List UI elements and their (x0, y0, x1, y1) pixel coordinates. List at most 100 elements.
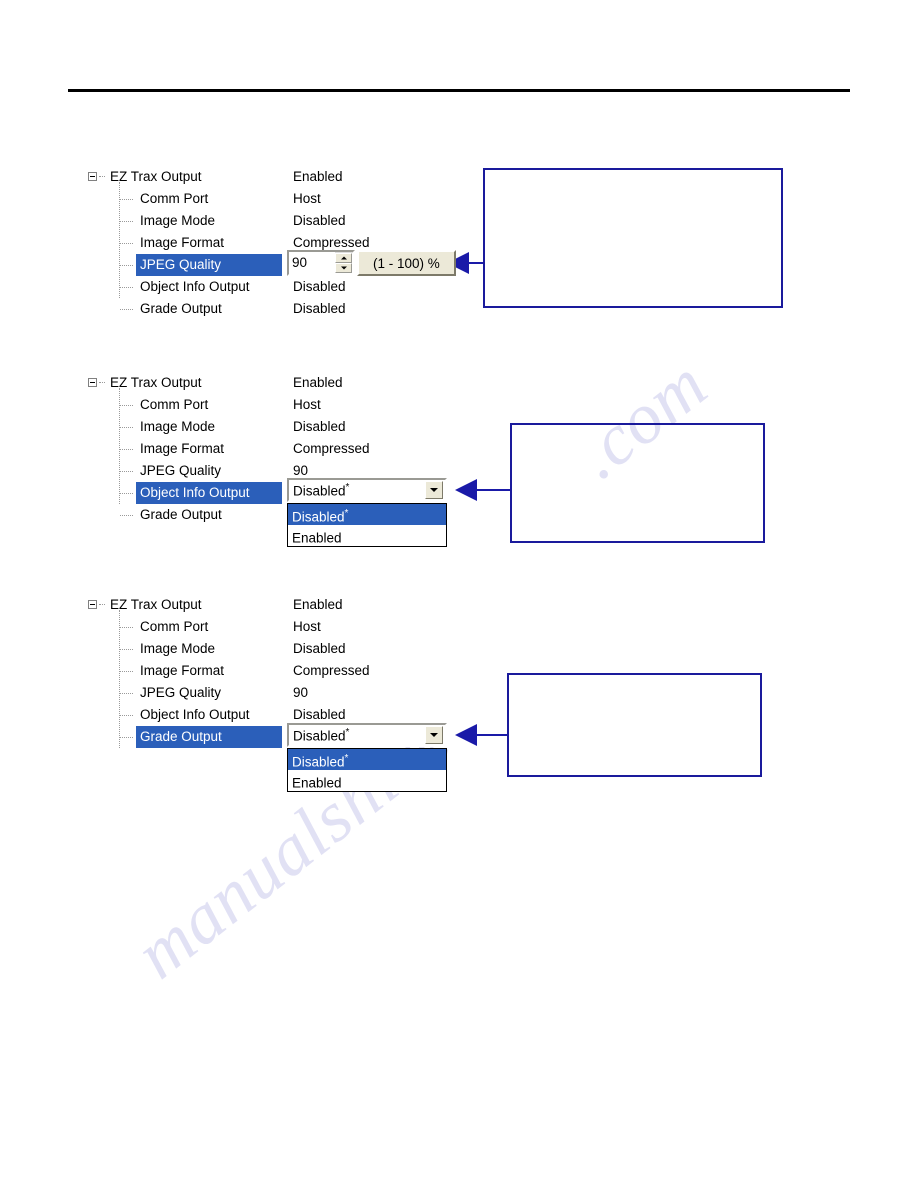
object-info-output-combobox[interactable]: Disabled* (287, 478, 447, 502)
combobox-selected-value: Disabled* (289, 724, 425, 746)
tree-branch-connector (120, 449, 133, 450)
tree-row-label: Image Format (140, 663, 225, 678)
tree-row-value: Disabled (293, 301, 346, 316)
callout-arrow-3-icon (455, 724, 477, 746)
combobox-selected-value: Disabled* (289, 479, 425, 501)
tree-branch-connector (120, 287, 133, 288)
tree-branch-connector (120, 671, 133, 672)
tree-connector-icon (99, 382, 105, 384)
tree-branch-connector (120, 515, 133, 516)
tree-branch-connector (120, 737, 133, 738)
tree-row-label: JPEG Quality (136, 254, 282, 276)
tree-branch-connector (120, 649, 133, 650)
tree-branch-connector (120, 715, 133, 716)
tree-expander-minus-icon[interactable] (88, 600, 97, 609)
combobox-selected-marker: * (345, 482, 350, 494)
tree-row-label: Comm Port (140, 191, 209, 206)
page-header-rule (68, 89, 850, 92)
jpeg-quality-value[interactable]: 90 (289, 252, 335, 274)
tree-row-label: Grade Output (136, 726, 282, 748)
chevron-down-icon (430, 733, 438, 737)
tree-row-value: Compressed (293, 663, 370, 678)
spinner-decrement-button[interactable] (335, 263, 352, 273)
tree-row-label: Grade Output (140, 507, 222, 522)
dropdown-option-label: Enabled (292, 775, 342, 791)
tree-row-value: Host (293, 191, 321, 206)
tree-row-label: Image Format (140, 235, 225, 250)
tree-row-label: Object Info Output (136, 482, 282, 504)
callout-connector-1 (469, 262, 483, 264)
object-info-output-dropdown-list[interactable]: Disabled* Enabled (287, 503, 447, 547)
tree-row-value: Disabled (293, 279, 346, 294)
triangle-down-icon (340, 266, 347, 270)
tree-row-label: Grade Output (140, 301, 222, 316)
combobox-dropdown-button[interactable] (425, 726, 443, 744)
tree-vertical-connector (119, 610, 120, 748)
callout-box-3 (507, 673, 762, 777)
tree-row-label: Image Format (140, 441, 225, 456)
tree-row-label: JPEG Quality (140, 685, 222, 700)
tree-row-value: Disabled (293, 641, 346, 656)
tree-row-label: Image Mode (140, 213, 216, 228)
jpeg-quality-spinner[interactable]: 90 (287, 250, 355, 276)
chevron-down-icon (430, 488, 438, 492)
tree-row-value: Enabled (293, 375, 343, 390)
tree-row-value: Disabled (293, 213, 346, 228)
tree-row-value: Disabled (293, 419, 346, 434)
callout-box-2 (510, 423, 765, 543)
callout-box-1 (483, 168, 783, 308)
tree-branch-connector (120, 221, 133, 222)
dropdown-option-enabled[interactable]: Enabled (288, 525, 446, 546)
tree-connector-icon (99, 176, 105, 178)
callout-arrow-2-icon (455, 479, 477, 501)
combobox-selected-label: Disabled (293, 728, 346, 744)
tree-row-value: Host (293, 619, 321, 634)
dropdown-option-label: Disabled (292, 754, 345, 770)
dropdown-option-marker: * (344, 753, 349, 764)
tree-row-label: Object Info Output (140, 707, 250, 722)
dropdown-option-marker: * (344, 508, 349, 519)
tree-row-value: Enabled (293, 169, 343, 184)
tree-row-label: EZ Trax Output (110, 597, 202, 612)
tree-branch-connector (120, 471, 133, 472)
tree-expander-minus-icon[interactable] (88, 378, 97, 387)
tree-row-label: JPEG Quality (140, 463, 222, 478)
tree-branch-connector (120, 427, 133, 428)
tree-branch-connector (120, 243, 133, 244)
tree-branch-connector (120, 693, 133, 694)
tree-row-label: Comm Port (140, 619, 209, 634)
combobox-selected-label: Disabled (293, 483, 346, 499)
dropdown-option-disabled[interactable]: Disabled* (288, 749, 446, 770)
grade-output-combobox[interactable]: Disabled* (287, 723, 447, 747)
tree-branch-connector (120, 405, 133, 406)
combobox-selected-marker: * (345, 727, 350, 739)
tree-row-label: EZ Trax Output (110, 169, 202, 184)
tree-row-label: Comm Port (140, 397, 209, 412)
tree-row-label: EZ Trax Output (110, 375, 202, 390)
tree-branch-connector (120, 199, 133, 200)
tree-row-value: 90 (293, 685, 309, 700)
dropdown-option-disabled[interactable]: Disabled* (288, 504, 446, 525)
spinner-buttons (335, 253, 352, 273)
combobox-dropdown-button[interactable] (425, 481, 443, 499)
tree-row-value: Compressed (293, 441, 370, 456)
tree-branch-connector (120, 627, 133, 628)
tree-expander-minus-icon[interactable] (88, 172, 97, 181)
tree-branch-connector (120, 265, 133, 266)
grade-output-dropdown-list[interactable]: Disabled* Enabled (287, 748, 447, 792)
tree-row-label: Image Mode (140, 419, 216, 434)
dropdown-option-enabled[interactable]: Enabled (288, 770, 446, 791)
dropdown-option-label: Disabled (292, 509, 345, 525)
tree-row-value: Host (293, 397, 321, 412)
triangle-up-icon (340, 256, 347, 260)
tree-connector-icon (99, 604, 105, 606)
callout-connector-3 (477, 734, 507, 736)
jpeg-quality-range-hint: (1 - 100) % (357, 250, 456, 276)
tree-row-value: Enabled (293, 597, 343, 612)
spinner-increment-button[interactable] (335, 253, 352, 263)
dropdown-option-label: Enabled (292, 530, 342, 546)
callout-connector-2 (477, 489, 510, 491)
tree-branch-connector (120, 493, 133, 494)
tree-row-label: Object Info Output (140, 279, 250, 294)
tree-branch-connector (120, 309, 133, 310)
